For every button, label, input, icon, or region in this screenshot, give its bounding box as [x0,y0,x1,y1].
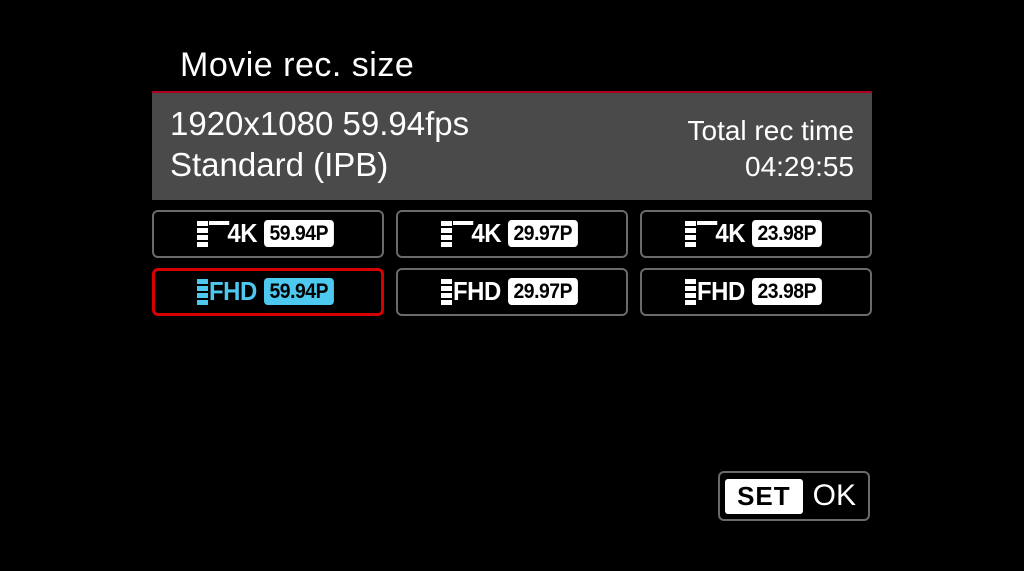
option-grid: 4K 59.94P 4K 29.97P 4K 23.98P FHD 59.94P FHD 29.9… [152,210,872,316]
page-title: Movie rec. size [152,46,872,91]
fps-badge: 29.97P [508,278,578,305]
option-4k-23.98p[interactable]: 4K 23.98P [640,210,872,258]
resolution-label: 4K [209,218,257,249]
ok-label: OK [813,479,856,513]
resolution-fps-text: 1920x1080 59.94fps [170,103,469,144]
film-icon [685,279,696,305]
resolution-label: FHD [209,276,257,307]
current-setting-text: 1920x1080 59.94fps Standard (IPB) [170,103,469,186]
film-icon [441,221,452,247]
film-icon [685,221,696,247]
rec-time-value: 04:29:55 [688,149,855,185]
info-panel: 1920x1080 59.94fps Standard (IPB) Total … [152,93,872,200]
resolution-badge: FHD [197,278,261,306]
film-icon [197,279,208,305]
fps-badge: 59.94P [264,278,334,305]
fps-badge: 23.98P [752,278,822,305]
resolution-label: FHD [453,276,501,307]
option-fhd-29.97p[interactable]: FHD 29.97P [396,268,628,316]
resolution-label: 4K [697,218,745,249]
resolution-badge: 4K [685,220,749,248]
compression-text: Standard (IPB) [170,144,469,185]
resolution-label: 4K [453,218,501,249]
resolution-badge: FHD [441,278,505,306]
set-badge: SET [725,479,803,514]
film-icon [441,279,452,305]
resolution-badge: FHD [685,278,749,306]
fps-badge: 59.94P [264,220,334,247]
fps-badge: 29.97P [508,220,578,247]
option-fhd-59.94p[interactable]: FHD 59.94P [152,268,384,316]
rec-time-block: Total rec time 04:29:55 [688,113,855,186]
option-4k-29.97p[interactable]: 4K 29.97P [396,210,628,258]
resolution-label: FHD [697,276,745,307]
resolution-badge: 4K [197,220,261,248]
option-fhd-23.98p[interactable]: FHD 23.98P [640,268,872,316]
fps-badge: 23.98P [752,220,822,247]
resolution-badge: 4K [441,220,505,248]
film-icon [197,221,208,247]
option-4k-59.94p[interactable]: 4K 59.94P [152,210,384,258]
set-ok-button[interactable]: SET OK [718,471,870,521]
rec-time-label: Total rec time [688,113,855,149]
